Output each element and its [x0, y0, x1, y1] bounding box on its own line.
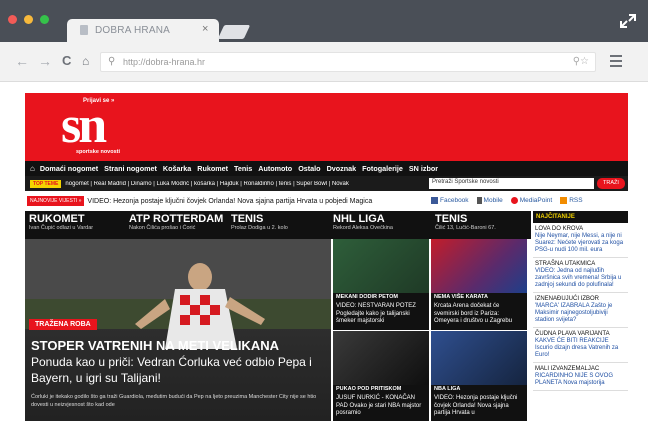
news-tile[interactable]: NBA LIGA VIDEO: Hezonja postaje ključni č… [431, 331, 527, 421]
mediapoint-icon [510, 197, 518, 204]
mediapoint-link[interactable]: MediaPoint [510, 197, 552, 204]
browser-toolbar: ← → C ⌂ ⚲ http://dobra-hrana.hr ⚲☆ [0, 42, 648, 82]
search-icon: ⚲ [108, 56, 116, 67]
main-navigation: ⌂ Domaći nogomet Strani nogomet Košarka … [25, 161, 628, 176]
nav-item[interactable]: Ostalo [298, 164, 320, 173]
most-read-title: NAJČITANIJE [533, 211, 628, 223]
home-nav-icon[interactable]: ⌂ [30, 164, 35, 173]
rss-link[interactable]: RSS [560, 197, 583, 204]
most-read-sidebar: NAJČITANIJE LOVA DO KROVA Nije Neymar, ni… [533, 211, 628, 421]
site-search-input[interactable]: Pretraži Sportske novosti [429, 178, 594, 189]
logo-subtitle: sportske novosti [76, 149, 121, 155]
nav-item[interactable]: Domaći nogomet [40, 164, 98, 173]
address-text[interactable]: http://dobra-hrana.hr [123, 57, 205, 67]
category-tenis-2[interactable]: TENIS Čilić 13, Lučić-Baroni 67. [435, 213, 496, 231]
tab-title: DOBRA HRANA [95, 25, 170, 36]
search-button[interactable]: TRAŽI [597, 178, 625, 189]
social-links: Facebook Mobile MediaPoint RSS [431, 197, 591, 204]
news-tile[interactable]: PUKAO POD PRITISKOM JUSUF NURKIĆ - KONAČA… [333, 331, 429, 421]
topics-bar: TOP TEME nogomet | Real Madrid | Dinamo … [25, 176, 628, 191]
topic-links[interactable]: nogomet | Real Madrid | Dinamo | Luka Mo… [65, 181, 405, 187]
category-nhl-liga[interactable]: NHL LIGA Rekord Aleksa Ovečkina [333, 213, 393, 231]
nav-item[interactable]: Automoto [258, 164, 292, 173]
mobile-icon [476, 197, 482, 204]
breaking-text[interactable]: VIDEO: Hezonja postaje ključni čovjek Or… [87, 198, 372, 205]
home-icon[interactable]: ⌂ [82, 54, 89, 68]
forward-arrow-icon[interactable]: → [38, 53, 52, 69]
fullscreen-icon[interactable] [620, 14, 636, 28]
mobile-link[interactable]: Mobile [476, 197, 503, 204]
most-read-item[interactable]: LOVA DO KROVA Nije Neymar, nije Messi, a … [533, 223, 628, 258]
nav-item[interactable]: Košarka [163, 164, 191, 173]
reload-icon[interactable]: C [62, 53, 71, 68]
top-topics-badge: TOP TEME [30, 179, 62, 188]
browser-tab[interactable]: DOBRA HRANA × [67, 19, 219, 42]
zoom-star-icons[interactable]: ⚲☆ [573, 56, 589, 67]
browser-titlebar: DOBRA HRANA × [0, 0, 648, 42]
nav-item[interactable]: Tenis [234, 164, 252, 173]
minimize-window-button[interactable] [24, 15, 33, 24]
breaking-label: NAJNOVIJE VIJESTI » [27, 196, 85, 206]
close-window-button[interactable] [8, 15, 17, 24]
tile-photo [431, 331, 527, 385]
hero-headline[interactable]: STOPER VATRENIH NA METI VELIKANA [31, 338, 327, 353]
most-read-item[interactable]: STRAŠNA UTAKMICA VIDEO: Jedna od najluđih… [533, 258, 628, 293]
hero-tag[interactable]: TRAŽENA ROBA [29, 319, 97, 330]
tab-close-icon[interactable]: × [202, 23, 208, 35]
page-icon [80, 25, 88, 35]
category-rukomet[interactable]: RUKOMET Ivan Čupić odlazi u Vardar [29, 213, 93, 231]
address-bar[interactable]: ⚲ http://dobra-hrana.hr ⚲☆ [100, 52, 596, 72]
rss-icon [560, 197, 568, 204]
nav-item[interactable]: Strani nogomet [104, 164, 157, 173]
nav-item[interactable]: Rukomet [197, 164, 228, 173]
hero-subheadline[interactable]: Ponuda kao u priči: Vedran Ćorluka već o… [31, 354, 323, 386]
web-page: Prijavi se » sn sportske novosti ⌂ Domać… [25, 93, 628, 421]
category-tenis[interactable]: TENIS Prolaz Dodiga u 2. kolo [231, 213, 288, 231]
hero-lede: Ćorluki je itekako godilo što ga traži G… [31, 394, 317, 408]
nav-item[interactable]: Dvoznak [327, 164, 357, 173]
nav-item[interactable]: Fotogalerije [362, 164, 403, 173]
tile-photo [333, 239, 429, 293]
site-logo[interactable]: sn [61, 98, 107, 154]
most-read-item[interactable]: ČUDNA PLAVA VARIJANTA KAKVE ĆE BITI REAKC… [533, 328, 628, 363]
news-tile[interactable]: MEKANI DODIR PETOM VIDEO: NESTVARAN POTEZ… [333, 239, 429, 330]
nav-item[interactable]: SN izbor [409, 164, 438, 173]
facebook-icon [431, 197, 438, 204]
tile-photo [333, 331, 429, 385]
menu-icon[interactable] [610, 55, 622, 67]
zoom-window-button[interactable] [40, 15, 49, 24]
masthead: Prijavi se » sn sportske novosti [25, 93, 628, 161]
most-read-item[interactable]: MALI IZVANZEMALJAC RICARDINHO NIJE S OVOG… [533, 363, 628, 391]
category-atp-rotterdam[interactable]: ATP ROTTERDAM Nakon Čilića prošao i Ćorić [129, 213, 223, 231]
back-arrow-icon[interactable]: ← [15, 53, 29, 69]
facebook-link[interactable]: Facebook [431, 197, 469, 204]
news-tile[interactable]: NEMA VIŠE KARATA Krcata Arena dočekat će … [431, 239, 527, 330]
tile-photo [431, 239, 527, 293]
new-tab-button[interactable] [217, 25, 251, 39]
hero-article[interactable]: TRAŽENA ROBA STOPER VATRENIH NA METI VEL… [25, 239, 331, 421]
category-bar: RUKOMET Ivan Čupić odlazi u Vardar ATP RO… [25, 211, 531, 239]
most-read-item[interactable]: IZNENAĐUJUĆI IZBOR 'MARCA' IZABRALA Zašto… [533, 293, 628, 328]
